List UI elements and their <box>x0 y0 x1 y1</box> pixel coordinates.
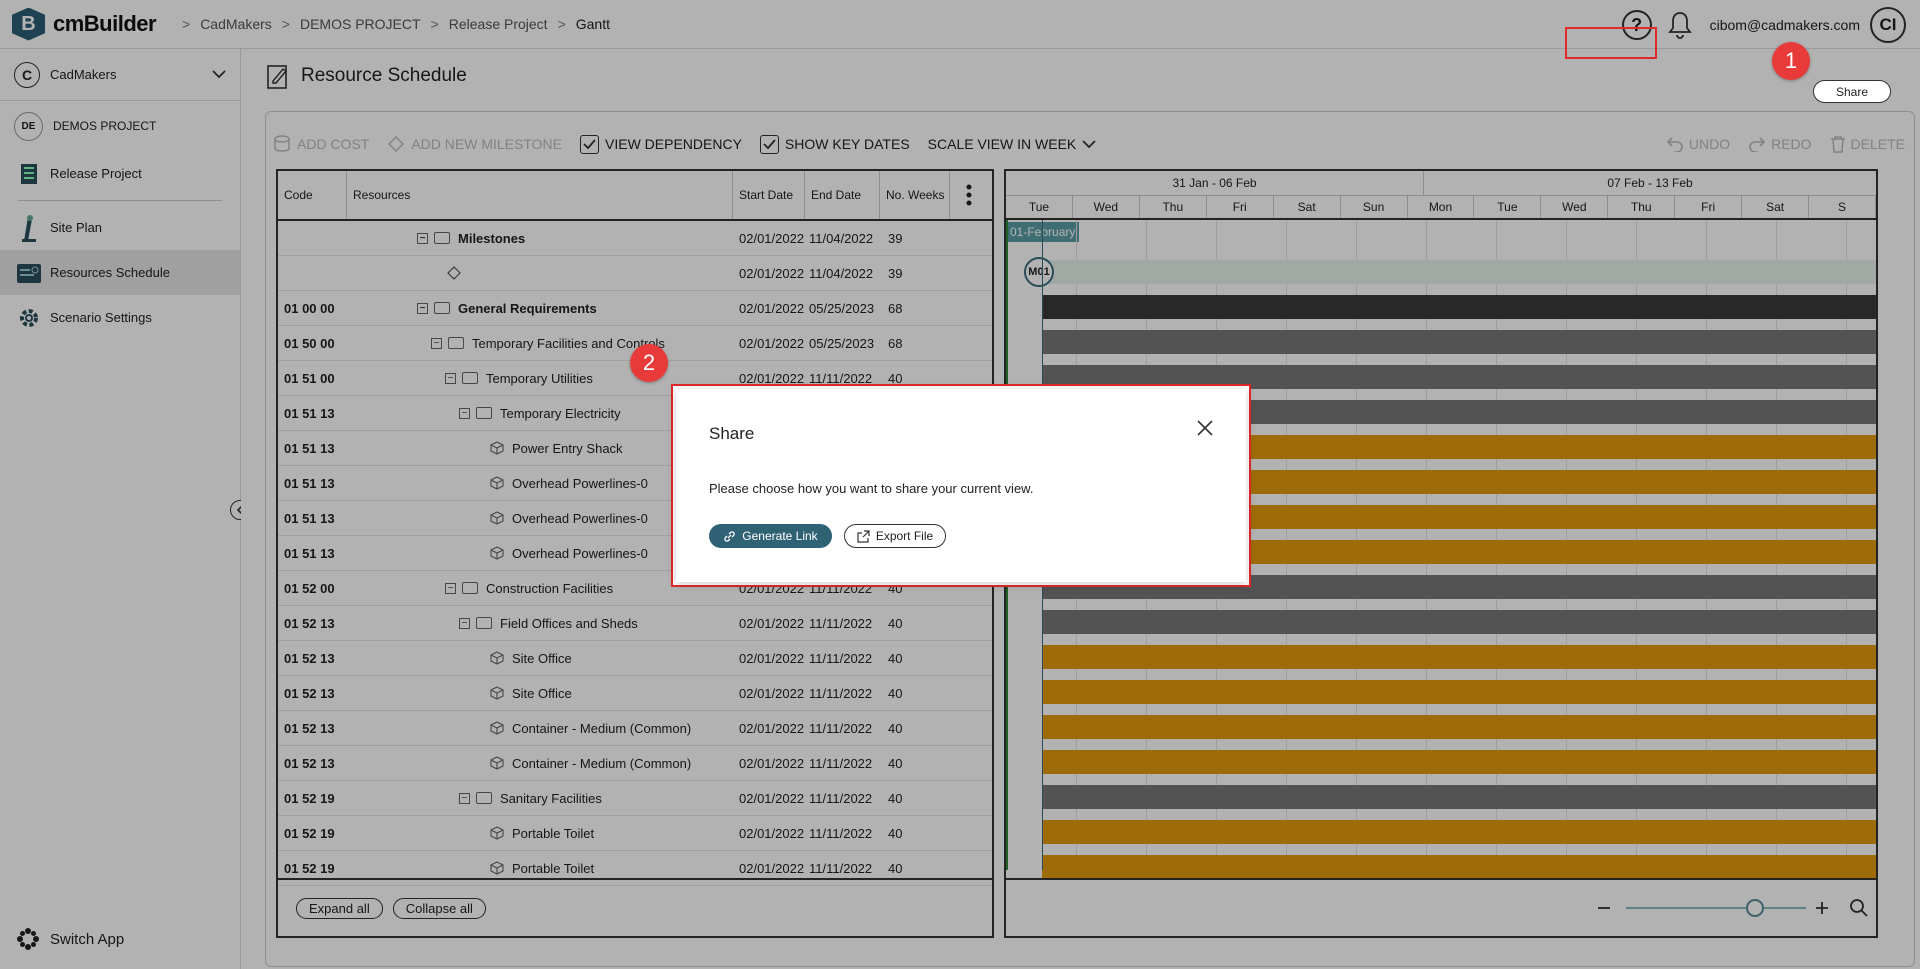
app-root: B cmBuilder > CadMakers > DEMOS PROJECT … <box>0 0 1920 969</box>
generate-link-label: Generate Link <box>742 529 818 543</box>
share-button[interactable]: Share <box>1813 80 1891 103</box>
export-file-button[interactable]: Export File <box>844 524 946 548</box>
dialog-title: Share <box>709 424 755 443</box>
dialog-message: Please choose how you want to share your… <box>709 481 1034 496</box>
share-highlight <box>1565 27 1657 59</box>
step-badge-2: 2 <box>630 344 668 382</box>
close-icon[interactable] <box>1196 419 1214 437</box>
link-icon <box>723 530 736 543</box>
generate-link-button[interactable]: Generate Link <box>709 524 832 548</box>
share-dialog: Share Please choose how you want to shar… <box>676 389 1246 582</box>
export-file-label: Export File <box>875 529 934 543</box>
step-badge-1: 1 <box>1772 42 1810 80</box>
export-icon <box>857 529 870 543</box>
